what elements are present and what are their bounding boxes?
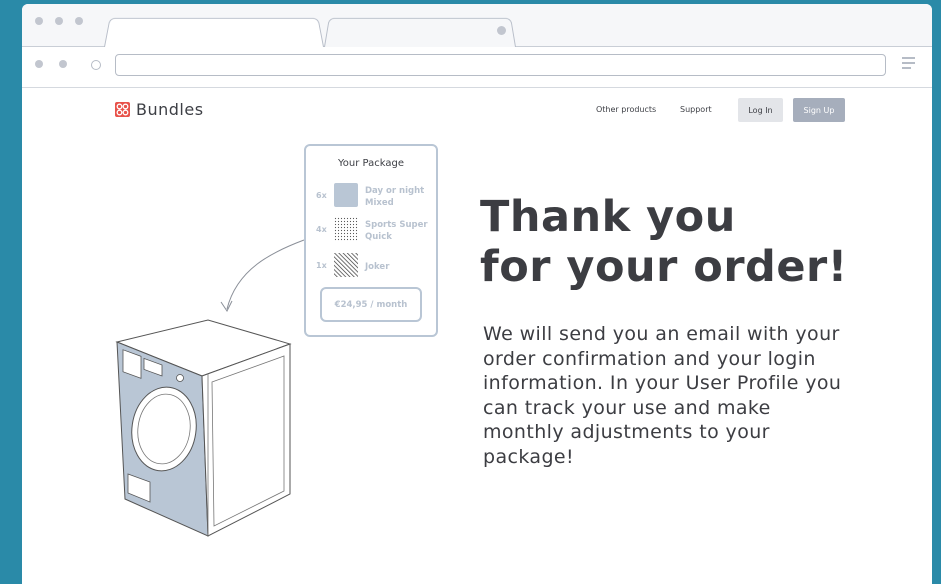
package-item: 4x Sports Super Quick — [316, 217, 434, 243]
headline-line-2: for your order! — [480, 242, 848, 292]
curved-arrow-icon — [226, 239, 305, 310]
dots-swatch-icon — [334, 217, 358, 241]
package-summary-card: Your Package 6x Day or night Mixed 4x Sp… — [304, 144, 438, 337]
package-item-name-2: Mixed — [365, 198, 394, 208]
package-item-qty: 4x — [316, 225, 327, 234]
package-item-qty: 1x — [316, 261, 327, 270]
package-item: 6x Day or night Mixed — [316, 183, 434, 209]
package-item-name-2: Quick — [365, 232, 392, 242]
page-title: Thank you for your order! — [480, 192, 848, 292]
stripes-swatch-icon — [334, 253, 358, 277]
package-title: Your Package — [338, 158, 404, 169]
package-price: €24,95 / month — [320, 287, 422, 322]
package-item: 1x Joker — [316, 253, 434, 279]
washing-machine-illustration — [115, 239, 305, 537]
confirmation-message: We will send you an email with your orde… — [483, 323, 842, 468]
solid-swatch-icon — [334, 183, 358, 207]
browser-window: Bundles Other products Support Log In Si… — [22, 4, 932, 584]
package-item-name: Sports Super — [365, 220, 428, 230]
package-item-name: Joker — [365, 262, 390, 272]
package-item-qty: 6x — [316, 191, 327, 200]
package-item-name: Day or night — [365, 186, 425, 196]
headline-line-1: Thank you — [480, 192, 736, 242]
